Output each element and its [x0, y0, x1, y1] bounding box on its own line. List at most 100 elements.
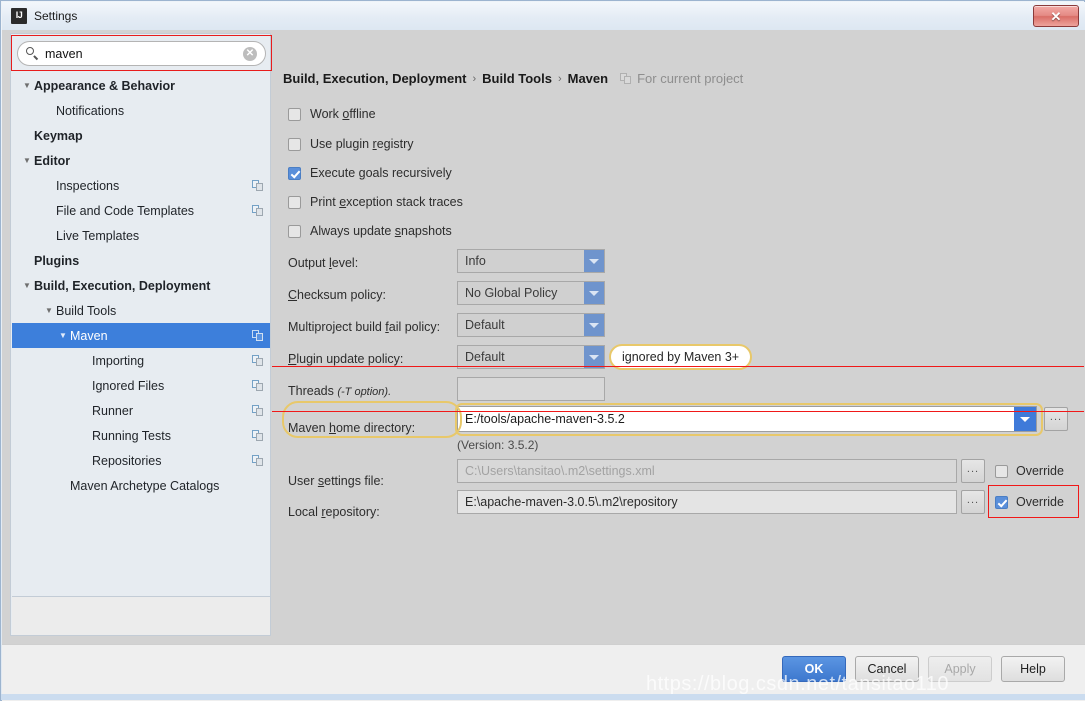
sidebar-item-label: Ignored Files: [92, 378, 165, 393]
sidebar-item-label: Appearance & Behavior: [34, 78, 176, 93]
checkbox-box[interactable]: [995, 464, 1008, 478]
output-level-value: Info: [465, 254, 486, 268]
user-settings-browse-button[interactable]: ...: [961, 459, 985, 483]
sidebar-item-plugins[interactable]: Plugins: [12, 248, 270, 273]
maven-home-browse-button[interactable]: ...: [1044, 407, 1068, 431]
checkbox-box[interactable]: [288, 137, 301, 151]
sidebar-item-label: Maven: [70, 328, 108, 343]
sidebar-item-label: Editor: [34, 153, 71, 168]
sidebar-footer: [12, 596, 270, 635]
multiproject-policy-label-row: Multiproject build fail policy:: [288, 315, 440, 339]
checksum-policy-select[interactable]: No Global Policy: [457, 281, 605, 305]
chevron-down-icon[interactable]: ▼: [42, 306, 56, 315]
chevron-down-icon[interactable]: [584, 346, 604, 368]
title-left-group: Settings: [2, 8, 77, 24]
checkbox-execute-goals-recursively[interactable]: Execute goals recursively: [288, 166, 452, 180]
checkbox-box[interactable]: [995, 495, 1008, 509]
checksum-policy-label-row: Checksum policy:: [288, 283, 386, 307]
sidebar-item-repositories[interactable]: Repositories: [12, 448, 270, 473]
sidebar-item-live-templates[interactable]: Live Templates: [12, 223, 270, 248]
sidebar-item-maven-archetype-catalogs[interactable]: Maven Archetype Catalogs: [12, 473, 270, 498]
chevron-down-icon[interactable]: [1014, 407, 1036, 431]
close-icon: ✕: [1050, 8, 1062, 24]
checkbox-print-exception-stack-traces[interactable]: Print exception stack traces: [288, 195, 463, 209]
local-repository-label-row: Local repository:: [288, 500, 380, 524]
sidebar-item-maven[interactable]: ▼ Maven: [12, 323, 270, 348]
ok-button[interactable]: OK: [782, 656, 846, 682]
chevron-down-icon[interactable]: [584, 314, 604, 336]
threads-label: Threads (-T option).: [288, 384, 392, 398]
sidebar-item-build-tools[interactable]: ▼ Build Tools: [12, 298, 270, 323]
sidebar-item-inspections[interactable]: Inspections: [12, 173, 270, 198]
plugin-update-policy-value: Default: [465, 350, 505, 364]
maven-home-directory-value: E:/tools/apache-maven-3.5.2: [465, 412, 625, 426]
checkbox-always-update-snapshots[interactable]: Always update snapshots: [288, 224, 452, 238]
checkbox-box[interactable]: [288, 107, 301, 121]
copy-icon: [252, 204, 264, 217]
local-repository-input[interactable]: E:\apache-maven-3.0.5\.m2\repository: [457, 490, 957, 514]
sidebar-item-label: Running Tests: [92, 428, 171, 443]
sidebar-item-editor[interactable]: ▼ Editor: [12, 148, 270, 173]
search-value: maven: [45, 46, 83, 61]
copy-icon: [252, 329, 264, 342]
search-icon: [26, 47, 39, 60]
plugin-update-policy-select[interactable]: Default: [457, 345, 605, 369]
threads-input[interactable]: [457, 377, 605, 401]
user-settings-override-toggle[interactable]: Override: [995, 464, 1064, 478]
sidebar-item-running-tests[interactable]: Running Tests: [12, 423, 270, 448]
sidebar-item-importing[interactable]: Importing: [12, 348, 270, 373]
sidebar-item-appearance-behavior[interactable]: ▼ Appearance & Behavior: [12, 73, 270, 98]
window-frame: Settings ✕ maven ✕ ▼Appearance & Behavio…: [0, 0, 1085, 701]
user-settings-label-row: User settings file:: [288, 469, 384, 493]
maven-home-directory-input[interactable]: E:/tools/apache-maven-3.5.2: [457, 406, 1037, 432]
local-repository-override-label: Override: [1016, 495, 1064, 509]
threads-label-row: Threads (-T option).: [288, 379, 391, 403]
copy-icon: [252, 429, 264, 442]
sidebar-item-ignored-files[interactable]: Ignored Files: [12, 373, 270, 398]
title-bar: Settings ✕: [2, 2, 1085, 30]
sidebar-item-label: Build Tools: [56, 303, 117, 318]
maven-home-directory-label: Maven home directory:: [288, 421, 416, 435]
checkbox-box[interactable]: [288, 166, 301, 180]
sidebar-item-label: Maven Archetype Catalogs: [70, 478, 220, 493]
cancel-button[interactable]: Cancel: [855, 656, 919, 682]
checkbox-use-plugin-registry[interactable]: Use plugin registry: [288, 137, 414, 151]
chevron-down-icon[interactable]: [584, 250, 604, 272]
checkbox-work-offline[interactable]: Work offline: [288, 107, 376, 121]
checkbox-label: Use plugin registry: [310, 137, 414, 151]
chevron-down-icon[interactable]: [584, 282, 604, 304]
chevron-down-icon[interactable]: ▼: [56, 331, 70, 340]
chevron-down-icon[interactable]: ▼: [20, 156, 34, 165]
search-input[interactable]: maven ✕: [17, 41, 266, 66]
sidebar-item-keymap[interactable]: Keymap: [12, 123, 270, 148]
multiproject-policy-select[interactable]: Default: [457, 313, 605, 337]
sidebar-item-label: Build, Execution, Deployment: [34, 278, 211, 293]
output-level-label-row: Output level:: [288, 251, 358, 275]
close-button[interactable]: ✕: [1033, 5, 1079, 27]
checkbox-box[interactable]: [288, 224, 301, 238]
local-repository-label: Local repository:: [288, 505, 380, 519]
output-level-select[interactable]: Info: [457, 249, 605, 273]
sidebar-item-label: Importing: [92, 353, 145, 368]
copy-icon: [252, 454, 264, 467]
help-button[interactable]: Help: [1001, 656, 1065, 682]
maven-home-label-row: Maven home directory:: [288, 416, 415, 440]
intellij-idea-logo-icon: [11, 8, 27, 24]
chevron-down-icon[interactable]: ▼: [20, 81, 34, 90]
multiproject-policy-label: Multiproject build fail policy:: [288, 320, 441, 334]
sidebar-item-build-execution-deployment[interactable]: ▼ Build, Execution, Deployment: [12, 273, 270, 298]
window-title: Settings: [34, 9, 78, 23]
sidebar-item-runner[interactable]: Runner: [12, 398, 270, 423]
apply-button: Apply: [928, 656, 992, 682]
sidebar-item-label: Runner: [92, 403, 133, 418]
sidebar-item-notifications[interactable]: Notifications: [12, 98, 270, 123]
search-area: maven ✕: [11, 35, 272, 71]
local-repository-override-toggle[interactable]: Override: [995, 495, 1064, 509]
settings-dialog: Settings ✕ maven ✕ ▼Appearance & Behavio…: [0, 0, 1085, 701]
local-repository-browse-button[interactable]: ...: [961, 490, 985, 514]
checkbox-box[interactable]: [288, 195, 301, 209]
chevron-down-icon[interactable]: ▼: [20, 281, 34, 290]
user-settings-file-input[interactable]: C:\Users\tansitao\.m2\settings.xml: [457, 459, 957, 483]
clear-icon[interactable]: ✕: [243, 46, 257, 61]
sidebar-item-file-and-code-templates[interactable]: File and Code Templates: [12, 198, 270, 223]
